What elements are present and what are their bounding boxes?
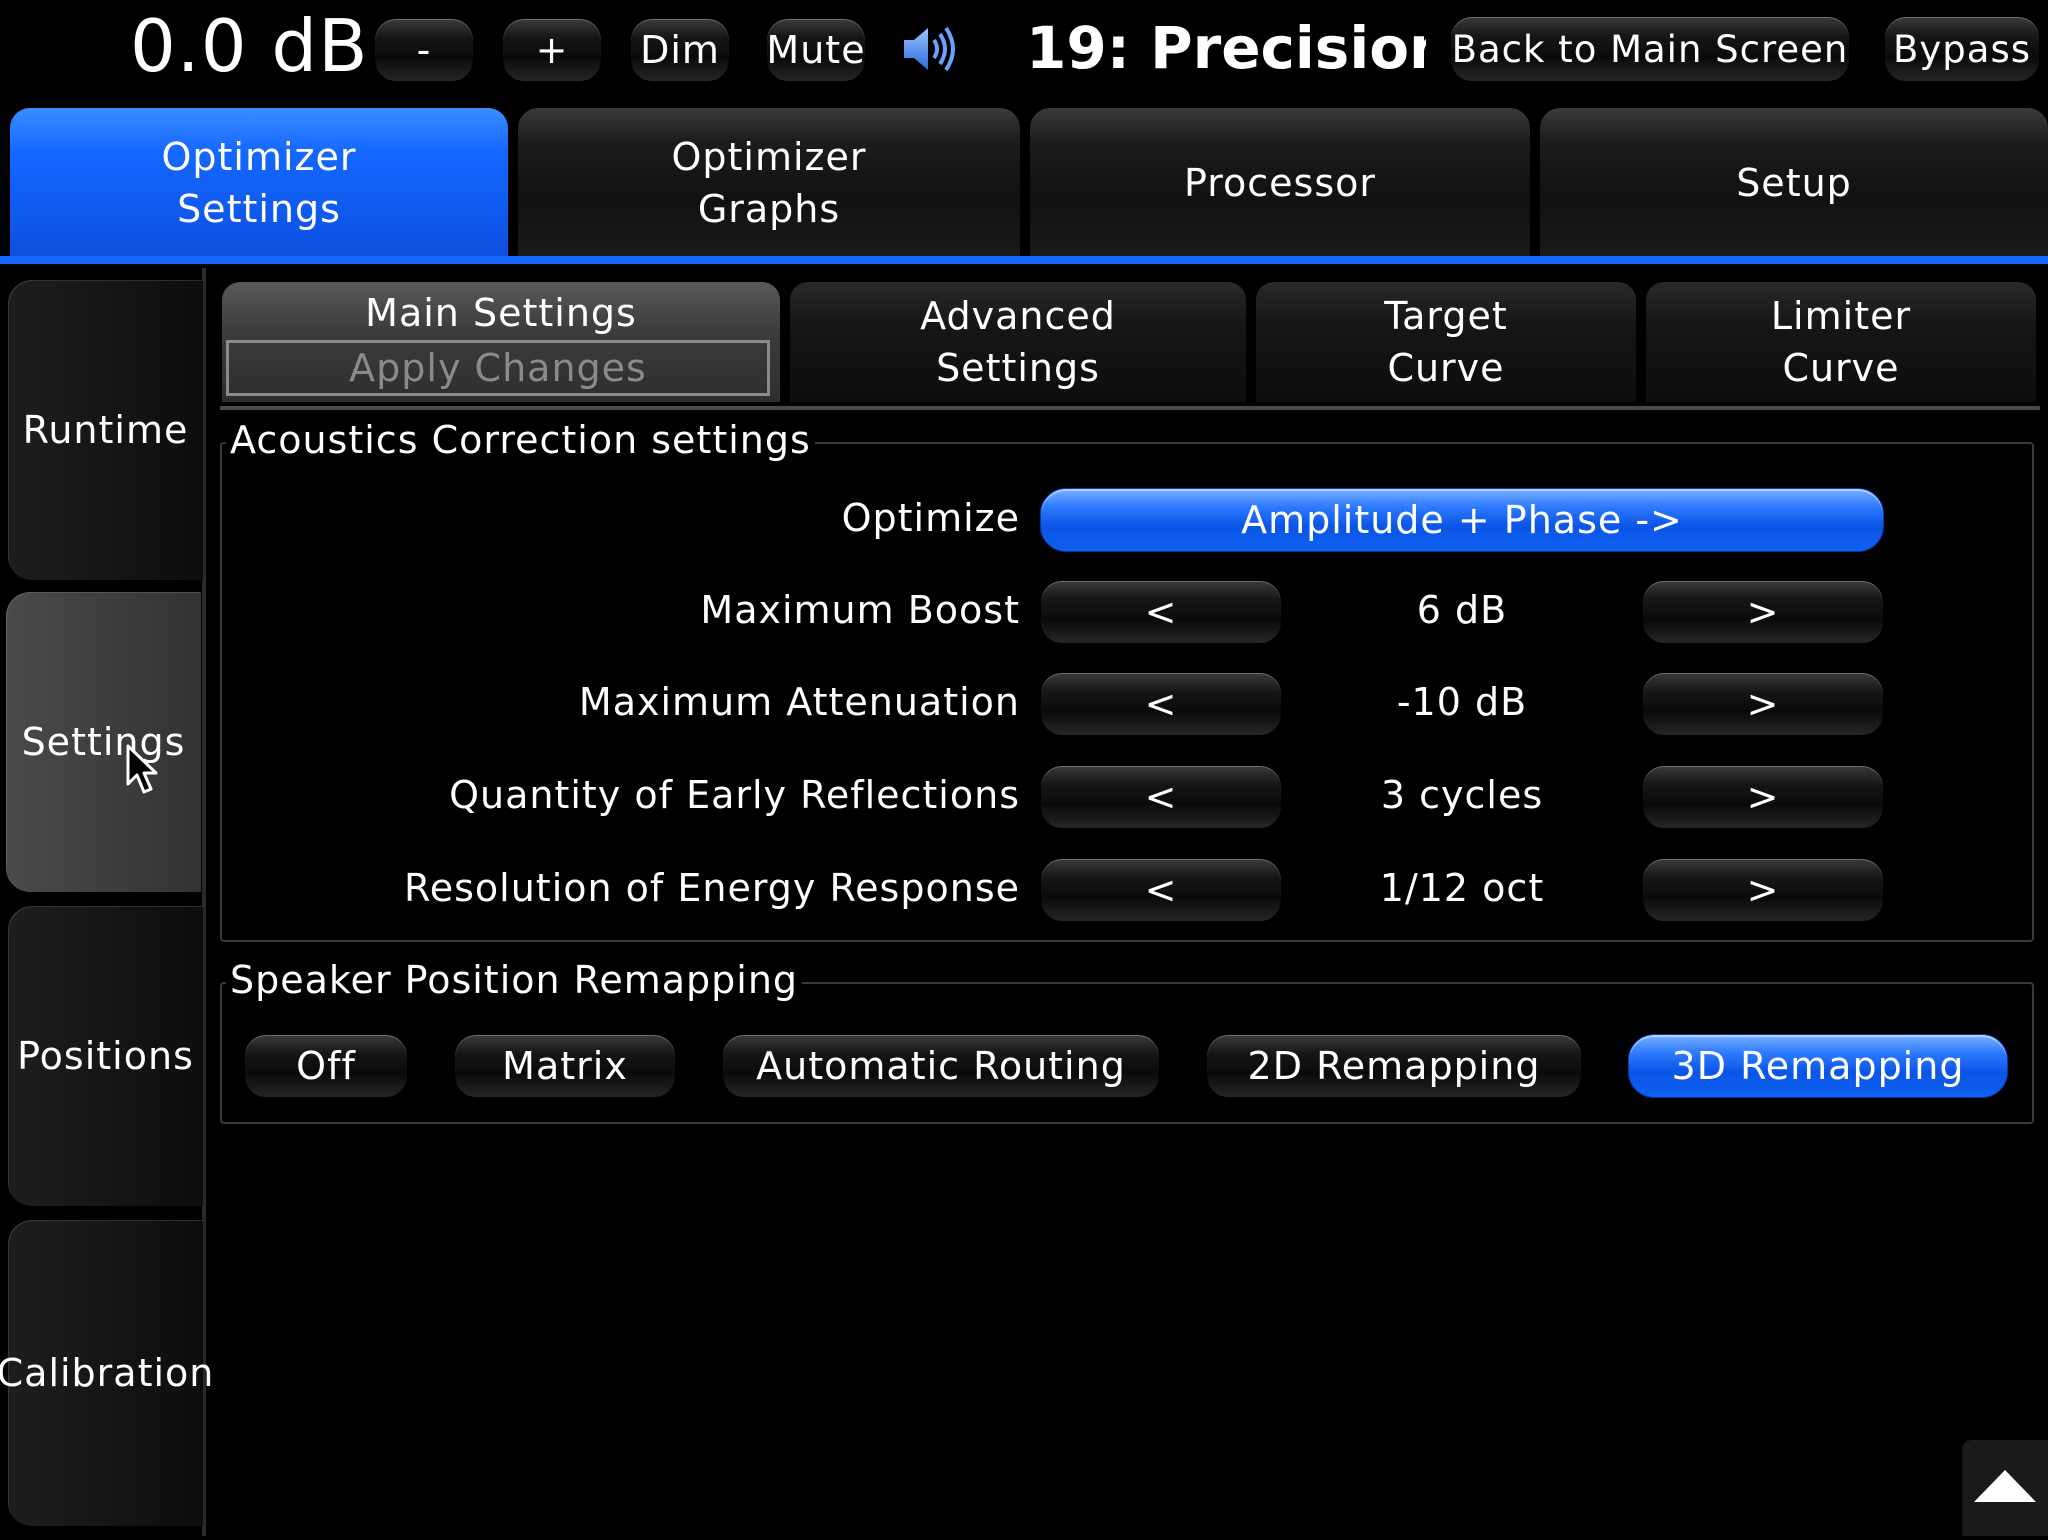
max-boost-label: Maximum Boost: [700, 588, 1020, 632]
remap-2d-button[interactable]: 2D Remapping: [1206, 1034, 1582, 1098]
arrow-up-icon: [1974, 1470, 2036, 1502]
energy-resolution-decrease-button[interactable]: <: [1040, 858, 1282, 922]
early-reflections-increase-button[interactable]: >: [1642, 765, 1884, 829]
sidebar-item-calibration[interactable]: Calibration: [0, 1220, 213, 1526]
energy-resolution-increase-button[interactable]: >: [1642, 858, 1884, 922]
main-settings-label: Main Settings: [365, 291, 637, 335]
remap-title: Speaker Position Remapping: [226, 958, 803, 1002]
apply-changes-button[interactable]: Apply Changes: [226, 340, 770, 396]
subtab-underline: [220, 406, 2040, 410]
early-reflections-decrease-button[interactable]: <: [1040, 765, 1282, 829]
top-bar: 0.0 dB - + Dim Mute 19: Precision - : Ba…: [0, 0, 2048, 96]
sidebar-item-positions[interactable]: Positions: [8, 906, 203, 1206]
mute-button[interactable]: Mute: [766, 18, 866, 82]
max-attenuation-label: Maximum Attenuation: [578, 680, 1020, 724]
max-attenuation-value: -10 dB: [1396, 680, 1528, 724]
remap-matrix-button[interactable]: Matrix: [454, 1034, 676, 1098]
optimize-mode-button[interactable]: Amplitude + Phase ->: [1040, 488, 1884, 552]
tab-optimizer-settings[interactable]: Optimizer Settings: [10, 108, 508, 258]
remap-3d-button[interactable]: 3D Remapping: [1628, 1034, 2008, 1098]
sidebar-item-runtime[interactable]: Runtime: [8, 280, 203, 580]
max-boost-value: 6 dB: [1416, 588, 1508, 632]
tab-processor[interactable]: Processor: [1030, 108, 1530, 258]
tab-advanced-settings[interactable]: Advanced Settings: [790, 282, 1246, 402]
bypass-button[interactable]: Bypass: [1884, 16, 2040, 82]
max-attenuation-decrease-button[interactable]: <: [1040, 672, 1282, 736]
remap-off-button[interactable]: Off: [244, 1034, 408, 1098]
tab-main-settings[interactable]: Main Settings Apply Changes: [222, 282, 780, 402]
dim-button[interactable]: Dim: [630, 18, 730, 82]
tab-setup[interactable]: Setup: [1540, 108, 2048, 258]
back-to-main-button[interactable]: Back to Main Screen: [1450, 16, 1850, 82]
early-reflections-label: Quantity of Early Reflections: [449, 773, 1020, 817]
tab-limiter-curve[interactable]: Limiter Curve: [1646, 282, 2036, 402]
volume-down-button[interactable]: -: [374, 18, 474, 82]
remap-automatic-routing-button[interactable]: Automatic Routing: [722, 1034, 1160, 1098]
acoustics-title: Acoustics Correction settings: [226, 418, 815, 462]
early-reflections-value: 3 cycles: [1380, 773, 1544, 817]
max-attenuation-increase-button[interactable]: >: [1642, 672, 1884, 736]
tab-underline: [0, 256, 2048, 264]
tab-optimizer-graphs[interactable]: Optimizer Graphs: [518, 108, 1020, 258]
energy-resolution-label: Resolution of Energy Response: [404, 866, 1020, 910]
volume-up-button[interactable]: +: [502, 18, 602, 82]
tab-target-curve[interactable]: Target Curve: [1256, 282, 1636, 402]
mouse-cursor-icon: [126, 744, 162, 800]
max-boost-decrease-button[interactable]: <: [1040, 580, 1282, 644]
max-boost-increase-button[interactable]: >: [1642, 580, 1884, 644]
scroll-up-button[interactable]: [1962, 1440, 2048, 1536]
energy-resolution-value: 1/12 oct: [1379, 866, 1545, 910]
sidebar-item-settings[interactable]: Settings: [6, 592, 201, 892]
optimize-label: Optimize: [841, 496, 1020, 540]
volume-readout: 0.0 dB: [130, 4, 369, 88]
preset-title: 19: Precision - :: [1026, 14, 1426, 82]
speaker-icon[interactable]: [900, 22, 960, 76]
